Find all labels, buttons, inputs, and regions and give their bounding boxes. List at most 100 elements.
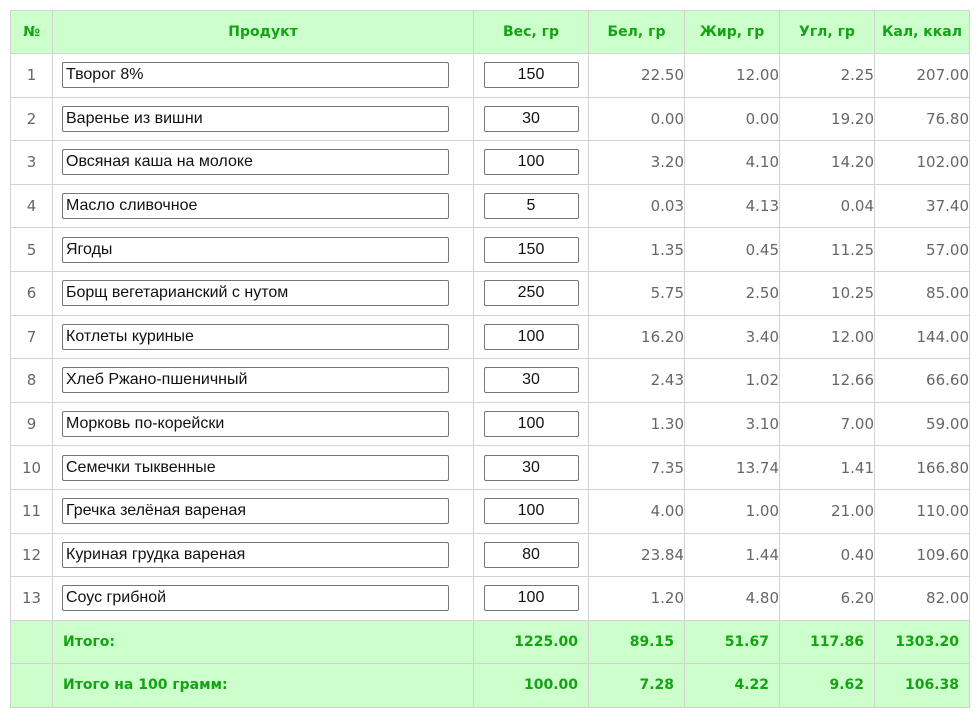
- product-name-input[interactable]: [62, 280, 449, 307]
- protein-value: 1.20: [588, 576, 685, 621]
- weight-cell: [473, 96, 589, 142]
- weight-cell: [473, 358, 589, 403]
- weight-input[interactable]: [483, 541, 579, 568]
- kcal-value: 59.00: [874, 401, 970, 447]
- carbs-value: 6.20: [779, 576, 875, 621]
- weight-input[interactable]: [483, 193, 579, 220]
- weight-cell: [473, 183, 589, 229]
- per100-weight: 100.00: [473, 663, 589, 708]
- weight-input[interactable]: [483, 62, 579, 89]
- table-row: 8 2.431.0212.6666.60: [10, 358, 970, 403]
- product-cell: [52, 183, 474, 229]
- fat-value: 3.40: [684, 314, 780, 360]
- nutrition-table: № Продукт Вес, гр Бел, гр Жир, гр Угл, г…: [10, 10, 970, 708]
- totals-weight: 1225.00: [473, 619, 589, 665]
- weight-cell: [473, 53, 589, 98]
- weight-cell: [473, 227, 589, 272]
- product-name-input[interactable]: [62, 323, 449, 350]
- weight-input[interactable]: [483, 323, 579, 350]
- kcal-value: 109.60: [874, 532, 970, 578]
- per100-protein: 7.28: [588, 663, 685, 708]
- product-cell: [52, 96, 474, 142]
- weight-input[interactable]: [483, 105, 579, 132]
- table-row: 1 22.5012.002.25207.00: [10, 53, 970, 98]
- kcal-value: 57.00: [874, 227, 970, 272]
- per100-kcal: 106.38: [874, 663, 970, 708]
- weight-cell: [473, 270, 589, 316]
- header-protein: Бел, гр: [588, 10, 685, 54]
- kcal-value: 82.00: [874, 576, 970, 621]
- fat-value: 1.00: [684, 488, 780, 534]
- fat-value: 4.10: [684, 140, 780, 185]
- kcal-value: 207.00: [874, 53, 970, 98]
- product-name-input[interactable]: [62, 541, 449, 568]
- weight-input[interactable]: [483, 454, 579, 481]
- product-name-input[interactable]: [62, 149, 449, 176]
- carbs-value: 12.66: [779, 358, 875, 403]
- product-name-input[interactable]: [62, 236, 449, 263]
- weight-cell: [473, 140, 589, 185]
- header-fat: Жир, гр: [684, 10, 780, 54]
- totals-label: Итого:: [52, 619, 474, 665]
- per100-carbs: 9.62: [779, 663, 875, 708]
- product-name-input[interactable]: [62, 454, 449, 481]
- carbs-value: 2.25: [779, 53, 875, 98]
- protein-value: 7.35: [588, 445, 685, 490]
- totals-fat: 51.67: [684, 619, 780, 665]
- product-cell: [52, 53, 474, 98]
- product-name-input[interactable]: [62, 411, 449, 438]
- weight-input[interactable]: [483, 280, 579, 307]
- weight-cell: [473, 401, 589, 447]
- row-number: 8: [10, 358, 53, 403]
- fat-value: 1.44: [684, 532, 780, 578]
- table-row: 11 4.001.0021.00110.00: [10, 488, 970, 534]
- fat-value: 3.10: [684, 401, 780, 447]
- per100-fat: 4.22: [684, 663, 780, 708]
- weight-input[interactable]: [483, 498, 579, 525]
- product-name-input[interactable]: [62, 62, 449, 89]
- product-name-input[interactable]: [62, 585, 449, 612]
- per100-label: Итого на 100 грамм:: [52, 663, 474, 708]
- product-cell: [52, 532, 474, 578]
- weight-cell: [473, 314, 589, 360]
- carbs-value: 0.40: [779, 532, 875, 578]
- carbs-value: 21.00: [779, 488, 875, 534]
- product-name-input[interactable]: [62, 498, 449, 525]
- protein-value: 2.43: [588, 358, 685, 403]
- header-num: №: [10, 10, 53, 54]
- kcal-value: 37.40: [874, 183, 970, 229]
- row-number: 4: [10, 183, 53, 229]
- product-cell: [52, 488, 474, 534]
- protein-value: 16.20: [588, 314, 685, 360]
- weight-input[interactable]: [483, 367, 579, 394]
- product-name-input[interactable]: [62, 193, 449, 220]
- table-row: 6 5.752.5010.2585.00: [10, 270, 970, 316]
- kcal-value: 76.80: [874, 96, 970, 142]
- weight-cell: [473, 445, 589, 490]
- product-cell: [52, 358, 474, 403]
- fat-value: 2.50: [684, 270, 780, 316]
- table-body: 122.5012.002.25207.0020.000.0019.2076.80…: [10, 53, 970, 621]
- weight-input[interactable]: [483, 585, 579, 612]
- row-number: 10: [10, 445, 53, 490]
- totals-protein: 89.15: [588, 619, 685, 665]
- weight-input[interactable]: [483, 411, 579, 438]
- row-number: 9: [10, 401, 53, 447]
- fat-value: 13.74: [684, 445, 780, 490]
- weight-cell: [473, 488, 589, 534]
- carbs-value: 1.41: [779, 445, 875, 490]
- weight-input[interactable]: [483, 149, 579, 176]
- protein-value: 3.20: [588, 140, 685, 185]
- weight-input[interactable]: [483, 236, 579, 263]
- carbs-value: 0.04: [779, 183, 875, 229]
- product-name-input[interactable]: [62, 105, 449, 132]
- carbs-value: 10.25: [779, 270, 875, 316]
- kcal-value: 110.00: [874, 488, 970, 534]
- product-cell: [52, 445, 474, 490]
- protein-value: 22.50: [588, 53, 685, 98]
- product-name-input[interactable]: [62, 367, 449, 394]
- carbs-value: 7.00: [779, 401, 875, 447]
- fat-value: 4.80: [684, 576, 780, 621]
- weight-cell: [473, 532, 589, 578]
- row-number: 12: [10, 532, 53, 578]
